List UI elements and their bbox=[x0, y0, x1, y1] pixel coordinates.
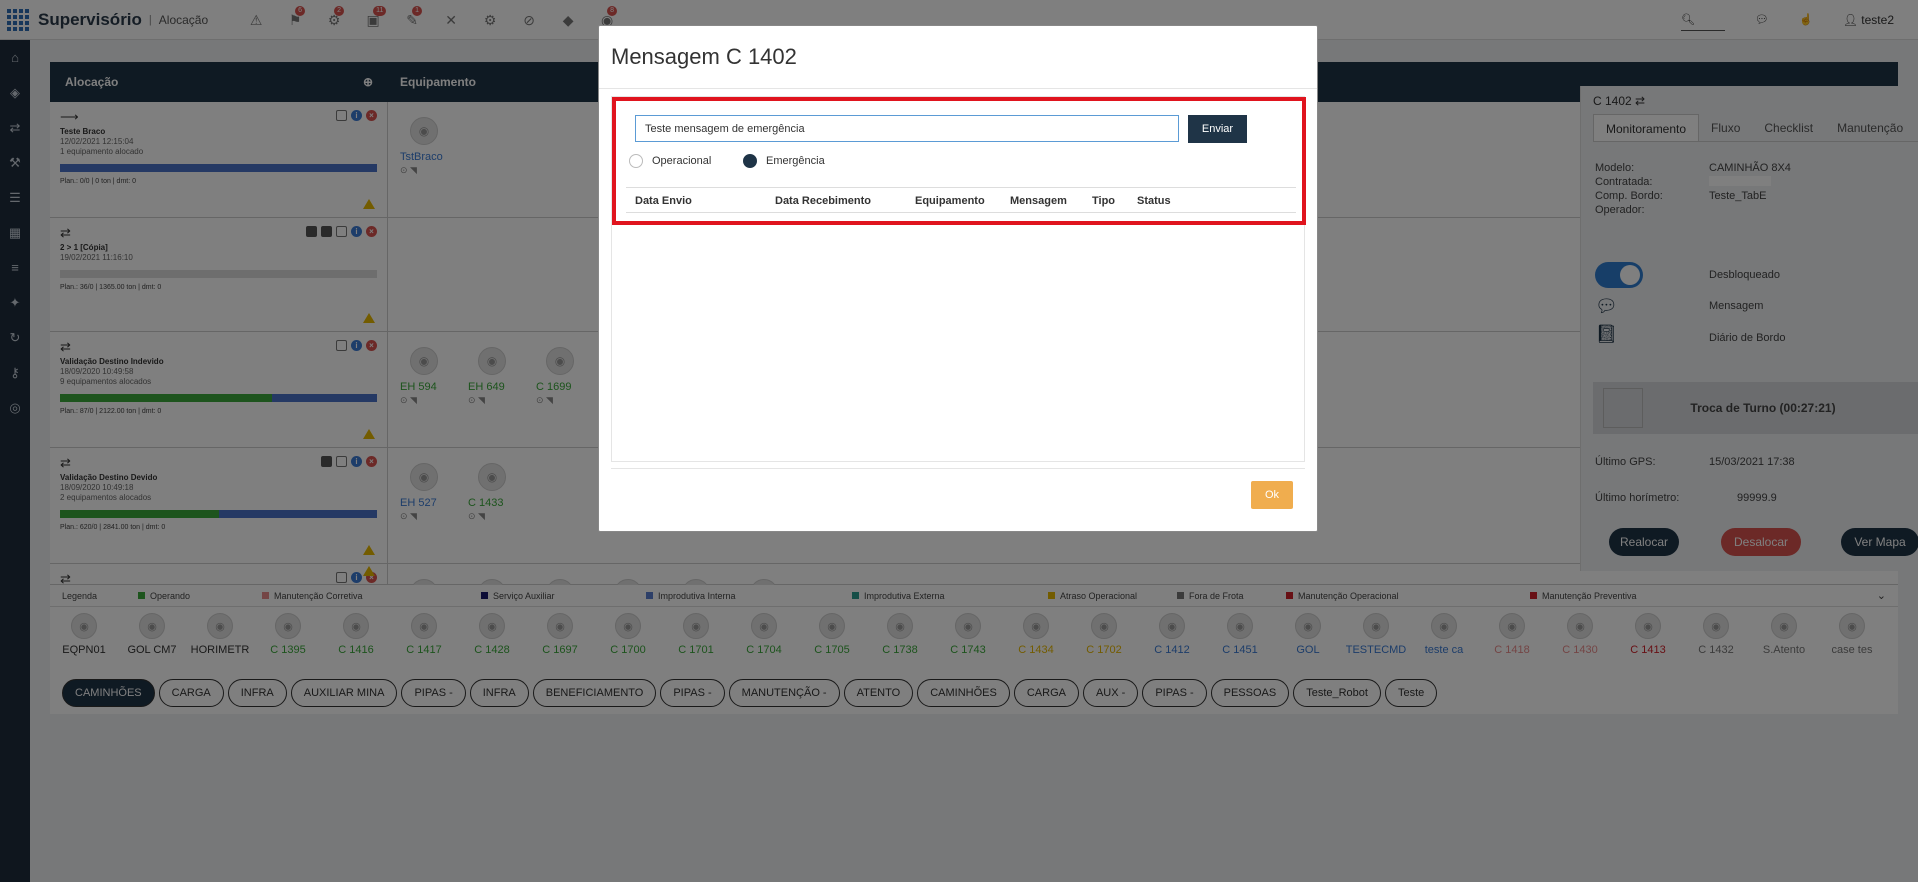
radio-operacional[interactable]: Operacional bbox=[629, 154, 711, 168]
divider bbox=[611, 468, 1305, 469]
col-mensagem[interactable]: Mensagem bbox=[1010, 195, 1067, 207]
col-data-envio[interactable]: Data Envio bbox=[635, 195, 692, 207]
message-table-header: Data Envio Data Recebimento Equipamento … bbox=[626, 187, 1296, 213]
modal-body: Enviar Operacional Emergência Data Envio… bbox=[611, 96, 1306, 462]
ok-button[interactable]: Ok bbox=[1251, 481, 1293, 509]
col-equipamento[interactable]: Equipamento bbox=[915, 195, 985, 207]
radio-emergencia[interactable]: Emergência bbox=[743, 154, 825, 168]
col-data-recebimento[interactable]: Data Recebimento bbox=[775, 195, 871, 207]
message-modal: Mensagem C 1402 Enviar Operacional Emerg… bbox=[598, 25, 1318, 532]
col-tipo[interactable]: Tipo bbox=[1092, 195, 1115, 207]
message-input[interactable] bbox=[635, 115, 1179, 142]
col-status[interactable]: Status bbox=[1137, 195, 1171, 207]
send-button[interactable]: Enviar bbox=[1188, 115, 1247, 143]
divider bbox=[599, 88, 1317, 89]
highlight-box: Enviar Operacional Emergência Data Envio… bbox=[612, 97, 1306, 225]
modal-title: Mensagem C 1402 bbox=[611, 44, 797, 69]
